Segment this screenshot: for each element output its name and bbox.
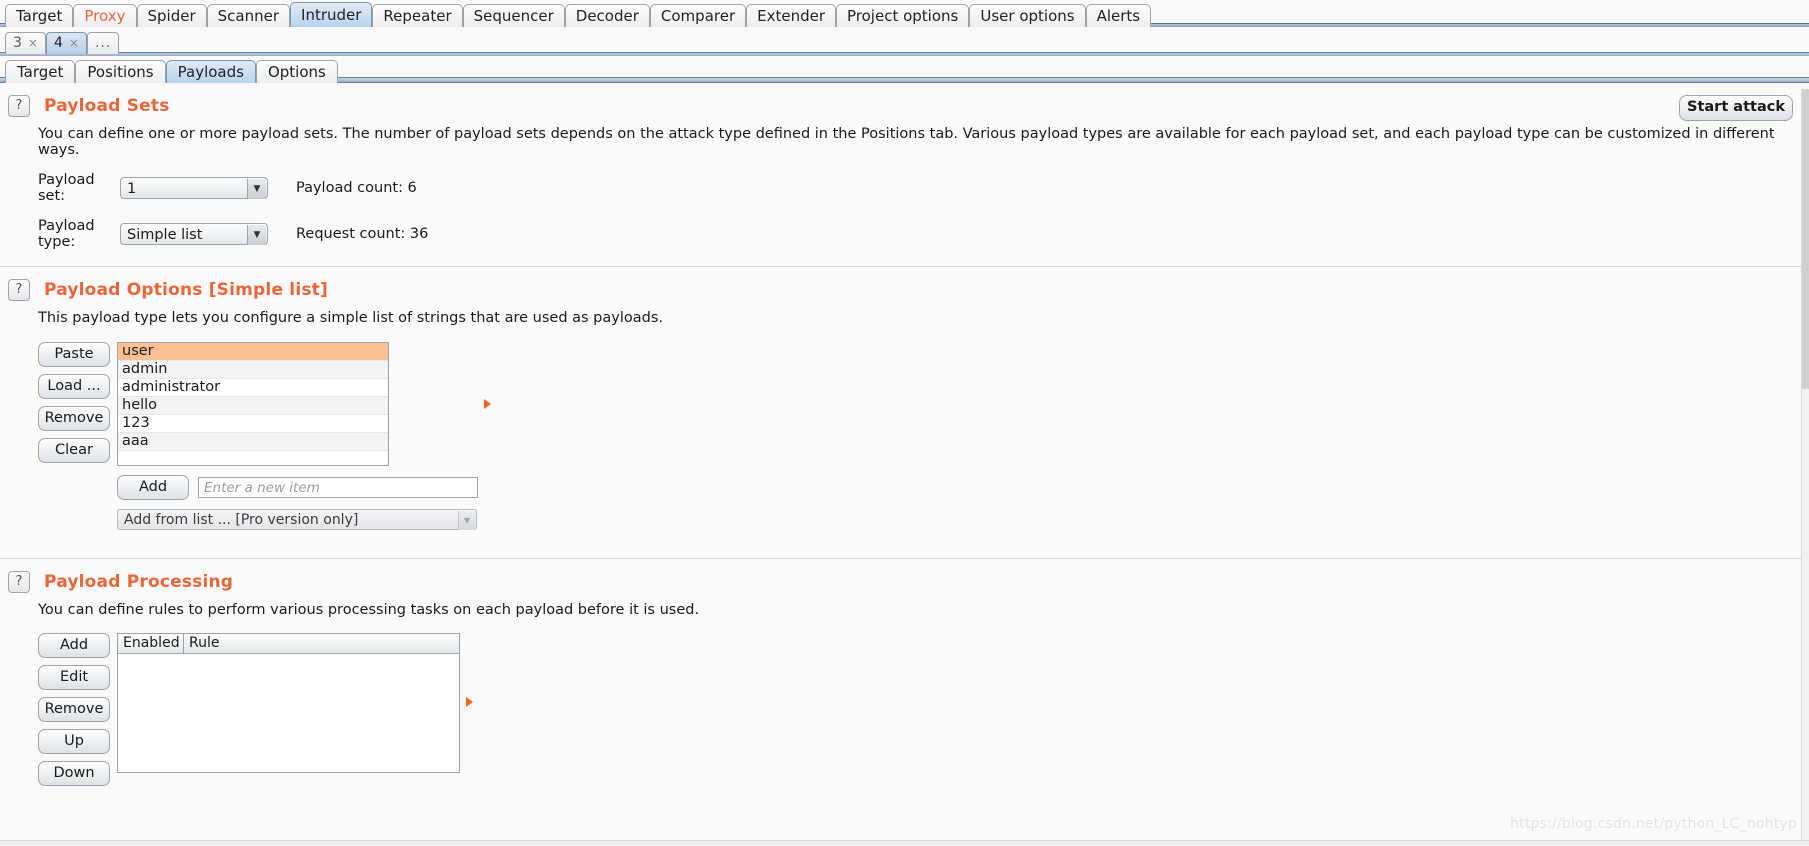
payload-list-item[interactable]: user — [118, 343, 388, 361]
main-tab-alerts[interactable]: Alerts — [1085, 4, 1152, 27]
column-header-rule: Rule — [189, 635, 220, 651]
sub-tab-options[interactable]: Options — [255, 60, 338, 83]
rules-buttons: Add Edit Remove Up Down — [38, 633, 110, 793]
payload-paste-button[interactable]: Paste — [38, 342, 110, 367]
chevron-down-icon[interactable]: ▼ — [247, 179, 266, 199]
attack-tab-4[interactable]: 4 × — [45, 32, 87, 54]
main-tab-proxy[interactable]: Proxy — [73, 4, 137, 27]
vertical-scrollbar[interactable] — [1801, 89, 1809, 846]
intruder-sub-tab-bar: Target Positions Payloads Options — [0, 56, 1809, 83]
section-title: Payload Sets — [44, 96, 170, 116]
sub-tab-positions[interactable]: Positions — [75, 60, 166, 83]
payload-set-row: Payload set: 1 ▼ Payload count: 6 — [38, 172, 1809, 204]
main-tab-extender[interactable]: Extender — [746, 4, 837, 27]
attack-tab-3[interactable]: 3 × — [5, 32, 46, 54]
payload-type-value: Simple list — [127, 227, 203, 243]
payload-remove-button[interactable]: Remove — [38, 406, 110, 431]
attack-tab-label: 3 — [13, 35, 22, 51]
rule-up-button[interactable]: Up — [38, 729, 110, 754]
payload-sets-header: ? Payload Sets — [0, 83, 1809, 117]
help-icon[interactable]: ? — [8, 571, 30, 593]
rules-table[interactable]: Enabled Rule — [117, 633, 460, 773]
rule-add-button[interactable]: Add — [38, 633, 110, 658]
payload-sets-section: ? Payload Sets You can define one or mor… — [0, 83, 1809, 267]
main-tab-decoder[interactable]: Decoder — [564, 4, 650, 27]
payload-processing-description: You can define rules to perform various … — [38, 602, 700, 618]
payload-type-row: Payload type: Simple list ▼ Request coun… — [38, 218, 1809, 250]
watermark: https://blog.csdn.net/python_LC_nohtyp — [1510, 816, 1797, 832]
chevron-down-icon[interactable]: ▼ — [458, 511, 475, 530]
add-payload-button[interactable]: Add — [117, 475, 189, 500]
column-header-enabled: Enabled — [118, 634, 184, 653]
add-payload-row: Add — [117, 475, 478, 500]
payload-sets-description: You can define one or more payload sets.… — [38, 126, 1775, 158]
payload-set-label: Payload set: — [38, 172, 95, 204]
main-tab-intruder[interactable]: Intruder — [290, 2, 373, 27]
rules-table-body[interactable] — [118, 654, 459, 772]
sub-tab-payloads[interactable]: Payloads — [165, 60, 256, 83]
burp-suite-window: Target Proxy Spider Scanner Intruder Repeater… — [0, 0, 1809, 846]
payload-list-item[interactable]: administrator — [118, 379, 388, 397]
payload-options-section: ? Payload Options [Simple list] This pay… — [0, 267, 1809, 559]
payload-set-select[interactable]: 1 ▼ — [120, 177, 268, 199]
section-title: Payload Options [Simple list] — [44, 280, 328, 300]
main-tab-scanner[interactable]: Scanner — [206, 4, 291, 27]
section-title: Payload Processing — [44, 572, 234, 592]
rule-edit-button[interactable]: Edit — [38, 665, 110, 690]
main-tab-project-options[interactable]: Project options — [836, 4, 970, 27]
payload-list-item[interactable]: aaa — [118, 433, 388, 451]
payload-processing-header: ? Payload Processing — [0, 559, 1809, 593]
expand-triangle-icon[interactable] — [484, 399, 491, 409]
payload-list-empty-area[interactable] — [118, 451, 388, 465]
payloads-panel: Start attack ? Payload Sets You can defi… — [0, 83, 1809, 793]
payload-list-marker-holder — [478, 342, 491, 466]
payload-type-label: Payload type: — [38, 218, 95, 250]
payload-clear-button[interactable]: Clear — [38, 438, 110, 463]
rules-area: Add Edit Remove Up Down Enabled Rule — [38, 633, 1809, 793]
payload-processing-section: ? Payload Processing You can define rule… — [0, 559, 1809, 793]
attack-tab-bar: 3 × 4 ×... — [0, 27, 1809, 56]
vertical-scrollbar-thumb[interactable] — [1802, 89, 1809, 389]
payload-list-item[interactable]: 123 — [118, 415, 388, 433]
new-payload-input[interactable] — [198, 477, 478, 498]
help-icon[interactable]: ? — [8, 279, 30, 301]
rule-down-button[interactable]: Down — [38, 761, 110, 786]
main-tab-comparer[interactable]: Comparer — [649, 4, 747, 27]
payload-list-wrap: useradminadministratorhello123aaa Add Ad… — [117, 342, 478, 530]
close-icon[interactable]: × — [28, 36, 38, 50]
rules-table-header: Enabled Rule — [118, 634, 459, 654]
main-tab-target[interactable]: Target — [5, 4, 74, 27]
add-from-list-select[interactable]: Add from list ... [Pro version only] ▼ — [117, 509, 477, 530]
chevron-down-icon[interactable]: ▼ — [247, 225, 266, 245]
add-from-list-label: Add from list ... [Pro version only] — [124, 512, 359, 528]
sub-tab-target[interactable]: Target — [5, 60, 76, 83]
attack-tab-label: 4 — [53, 35, 63, 51]
main-tab-user-options[interactable]: User options — [969, 4, 1086, 27]
rules-marker-holder — [460, 633, 473, 771]
payload-list-area: Paste Load ... Remove Clear user admin admini… — [38, 342, 1809, 530]
horizontal-scrollbar[interactable] — [0, 840, 1809, 846]
main-tab-sequencer[interactable]: Sequencer — [462, 4, 565, 27]
payload-options-header: ? Payload Options [Simple list] — [0, 267, 1809, 301]
attack-tab-more[interactable]: ... — [86, 32, 120, 54]
main-tab-repeater[interactable]: Repeater — [372, 4, 463, 27]
payload-list-item[interactable]: admin — [118, 361, 388, 379]
main-tab-spider[interactable]: Spider — [136, 4, 207, 27]
payload-options-description: This payload type lets you configure a s… — [38, 310, 664, 326]
payload-list[interactable]: user admin administrator hello 123 aaa — [117, 342, 389, 466]
help-icon[interactable]: ? — [8, 95, 30, 117]
payload-type-select[interactable]: Simple list ▼ — [120, 223, 268, 245]
request-count-label: Request count: 36 — [296, 226, 429, 242]
rule-remove-button[interactable]: Remove — [38, 697, 110, 722]
payload-list-buttons: Paste Load ... Remove Clear — [38, 342, 110, 470]
payload-count-label: Payload count: 6 — [296, 180, 417, 196]
main-tab-bar: Target Proxy Spider Scanner Intruder Repeater… — [0, 0, 1809, 27]
payload-load-button[interactable]: Load ... — [38, 374, 110, 399]
payload-set-value: 1 — [127, 181, 137, 197]
expand-triangle-icon[interactable] — [466, 697, 473, 707]
close-icon[interactable]: × — [69, 36, 79, 50]
payload-list-item[interactable]: hello — [118, 397, 388, 415]
